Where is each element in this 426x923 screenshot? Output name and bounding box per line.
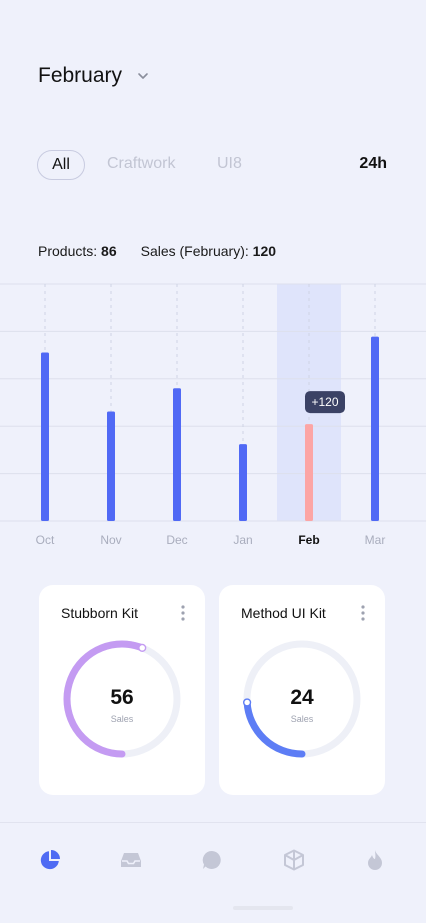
sales-stat: Sales (February): 120: [141, 243, 276, 259]
bar-oct: [41, 352, 49, 521]
filter-bar: All Craftwork UI8 24h: [37, 150, 387, 180]
bottom-tab-bar: [0, 822, 426, 923]
card-title: Stubborn Kit: [61, 605, 139, 621]
sales-value: 120: [252, 243, 277, 259]
products-value: 86: [101, 243, 117, 259]
products-label: Products:: [38, 243, 98, 259]
inbox-icon[interactable]: [120, 849, 142, 871]
tick-label-nov: Nov: [100, 533, 121, 547]
sales-label: Sales: [290, 714, 314, 724]
sales-value: 24: [290, 686, 314, 709]
card-title: Method UI Kit: [241, 605, 326, 621]
month-selector[interactable]: February: [38, 64, 150, 88]
page-title: February: [38, 64, 123, 87]
tick-label-jan: Jan: [233, 533, 252, 547]
products-stat: Products: 86: [38, 243, 117, 259]
filter-ui8[interactable]: UI8: [217, 150, 242, 180]
bar-dec: [173, 388, 181, 521]
chevron-down-icon: [138, 73, 148, 79]
fire-icon[interactable]: [364, 849, 386, 871]
product-card-method-ui-kit[interactable]: Method UI Kit 24 Sales: [219, 585, 385, 795]
product-card-stubborn-kit[interactable]: Stubborn Kit 56 Sales: [39, 585, 205, 795]
sales-value: 56: [110, 686, 134, 709]
tick-label-feb: Feb: [298, 533, 319, 547]
tick-label-mar: Mar: [365, 533, 386, 547]
more-vertical-icon[interactable]: [361, 605, 365, 621]
chat-icon[interactable]: [201, 849, 223, 871]
bar-mar: [371, 336, 379, 521]
period-selector[interactable]: 24h: [359, 150, 387, 178]
tick-label-oct: Oct: [36, 533, 55, 547]
tooltip-label: +120: [311, 395, 338, 409]
stats-summary: Products: 86 Sales (February): 120: [38, 243, 276, 259]
more-vertical-icon[interactable]: [181, 605, 185, 621]
filter-craftwork[interactable]: Craftwork: [107, 150, 175, 180]
bar-jan: [239, 444, 247, 521]
sales-bar-chart: Oct Nov Dec Jan Feb Mar +120: [0, 283, 426, 547]
chart-pie-icon[interactable]: [39, 849, 61, 871]
bar-nov: [107, 411, 115, 521]
sales-label: Sales (February):: [140, 243, 249, 259]
home-indicator: [233, 906, 293, 910]
ring-knob: [138, 643, 147, 652]
sales-label: Sales: [110, 714, 134, 724]
bar-feb: [305, 424, 313, 521]
tick-label-dec: Dec: [166, 533, 187, 547]
box-icon[interactable]: [283, 849, 305, 871]
filter-all[interactable]: All: [37, 150, 85, 180]
